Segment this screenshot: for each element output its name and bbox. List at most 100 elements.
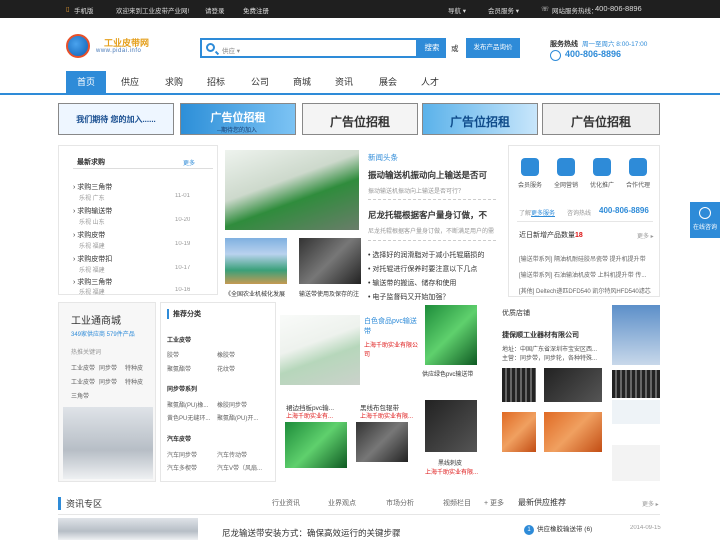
shop-name[interactable]: 捷保顺工业器材有限公司 (502, 330, 579, 340)
shop-product-image[interactable] (612, 370, 660, 398)
publish-inquiry-button[interactable]: 发布产品询价 (466, 38, 520, 58)
list-item[interactable]: › 求购皮带 (73, 230, 105, 240)
list-item[interactable]: › 求购三角带 (73, 277, 112, 287)
product-name[interactable]: 供应绿色pvc输送带 (422, 369, 473, 378)
product-company[interactable]: 上海千助实业有限... (425, 467, 485, 476)
ad-slot-2[interactable]: 广告位招租 --期待您的加入 (180, 103, 296, 135)
headline-2-summary: 尼龙托辊根据客户量身订做，不断满足用户的需 (368, 229, 495, 235)
nav-news[interactable]: 资讯 (324, 71, 364, 93)
shop-product-image[interactable] (544, 368, 602, 402)
recommend-title: 最新供应推荐 (518, 498, 566, 507)
keyword[interactable]: 特种皮 (125, 363, 143, 372)
nav-mall[interactable]: 商城 (282, 71, 322, 93)
list-item[interactable]: › 求购皮带扣 (73, 254, 112, 264)
list-item[interactable]: [其他] Deltech递匹DFD540 凯尔特风HFD540滤芯 (519, 286, 655, 295)
keyword[interactable]: 同步带 (99, 377, 117, 386)
list-item[interactable]: [输送带系列] 隔油机耐硅胶吊瓷带 提升机提升带 (519, 254, 655, 263)
product-name[interactable]: 白色食品pvc输送带 (364, 316, 420, 336)
nav-expo[interactable]: 展会 (368, 71, 408, 93)
ad-join[interactable]: 我们期待 您的加入...... (58, 103, 174, 135)
headlines-title: 新闻头条 (368, 153, 398, 162)
headline-2[interactable]: 尼龙托辊根据客户量身订做，不 (368, 209, 496, 221)
mobile-icon[interactable]: ▯ (66, 5, 70, 13)
nav-company[interactable]: 公司 (240, 71, 280, 93)
keyword[interactable]: 三角带 (71, 391, 89, 400)
shop-product-image[interactable] (502, 412, 536, 452)
news-more-link[interactable]: + 更多 (484, 498, 504, 508)
keyword[interactable]: 同步带 (99, 363, 117, 372)
product-image[interactable] (425, 400, 477, 452)
list-item[interactable]: › 求购输送带 (73, 206, 112, 216)
keyword[interactable]: 工业皮带 (71, 363, 95, 372)
product-image[interactable] (425, 305, 477, 365)
ad-slot-3[interactable]: 广告位招租 (302, 103, 418, 135)
service-agent[interactable]: 合作代理 (625, 158, 651, 189)
news-zone-title: 资讯专区 (58, 497, 102, 510)
tab-market-analysis[interactable]: 市场分析 (386, 498, 414, 508)
nav-home[interactable]: 首页 (66, 71, 106, 93)
feature-thumb-1[interactable] (225, 238, 287, 284)
product-name[interactable]: 黑线刺皮 (438, 458, 462, 467)
tab-industry-news[interactable]: 行业资讯 (272, 498, 300, 508)
mall-machine-image[interactable] (63, 407, 153, 479)
ad-slot-5[interactable]: 广告位招租 (542, 103, 660, 135)
shop-business: 主营：同步带，同步轮，各种特殊... (502, 356, 598, 362)
feature-thumb-2[interactable] (299, 238, 361, 284)
search-button[interactable]: 搜索 (418, 38, 446, 58)
shop-product-image[interactable] (502, 368, 536, 402)
search-input[interactable]: 供应 ▾ (200, 38, 418, 58)
search-category[interactable]: 供应 ▾ (222, 45, 240, 55)
list-item[interactable]: › 求购三角带 (73, 182, 112, 192)
keyword[interactable]: 特种皮 (125, 377, 143, 386)
news-image[interactable] (58, 518, 198, 540)
ad-slot-4[interactable]: 广告位招租 (422, 103, 538, 135)
logo-url: www.pidai.info (96, 48, 142, 54)
service-seo[interactable]: 优化推广 (589, 158, 615, 189)
feature-caption-2[interactable]: 输送带使用及保存的注 (299, 289, 363, 298)
tab-video[interactable]: 视频栏目 (443, 498, 471, 508)
product-image[interactable] (356, 422, 408, 462)
service-member[interactable]: 会员服务 (517, 158, 543, 189)
hotline-label: 网站服务热线： (552, 8, 598, 15)
product-company[interactable]: 上海千助实业有限公司 (364, 340, 420, 358)
member-menu[interactable]: 会员服务 ▾ (488, 5, 519, 15)
site-logo[interactable]: 工业皮带网 www.pidai.info (66, 32, 156, 60)
shop-product-image[interactable] (612, 400, 660, 424)
list-item[interactable]: • 选择好的润滑脂对于减小托辊磨损的 (368, 250, 484, 260)
list-item[interactable]: 1 供应橡胶输送带 (6) (524, 523, 592, 535)
online-chat-button[interactable]: 在线咨询 (690, 202, 720, 238)
nav-talent[interactable]: 人才 (410, 71, 450, 93)
login-link[interactable]: 请登录 (205, 5, 225, 15)
shop-product-image[interactable] (544, 412, 602, 452)
register-link[interactable]: 免费注册 (243, 5, 269, 15)
product-company[interactable]: 上海千助实业有限... (360, 411, 420, 420)
latest-purchase-more[interactable]: 更多 (183, 158, 195, 167)
keyword[interactable]: 工业皮带 (71, 377, 95, 386)
list-item[interactable]: • 输送带的搬运、储存和使用 (368, 278, 456, 288)
agent-icon (629, 158, 647, 176)
new-products-more[interactable]: 更多 ▸ (637, 231, 654, 240)
product-card[interactable]: 白色食品pvc输送带 (280, 315, 360, 385)
nav-purchase[interactable]: 求购 (154, 71, 194, 93)
shop-image[interactable] (612, 305, 660, 365)
news-article-title[interactable]: 尼龙输送带安装方式：确保高效运行的关键步骤 (222, 527, 401, 539)
headline-1[interactable]: 振动输送机振动向上输送是否可 (368, 169, 496, 181)
nav-supply[interactable]: 供应 (110, 71, 150, 93)
more-services-link[interactable]: 更多服务 (531, 211, 555, 217)
feature-caption-1[interactable]: 《全国农业机械化发展 (225, 289, 289, 298)
service-hotline: 服务热线 周一至周六 8:00-17:00 400-806-8896 (550, 38, 670, 61)
nav-menu[interactable]: 导航 ▾ (448, 5, 466, 15)
list-item[interactable]: • 对托辊进行保养时要注意以下几点 (368, 264, 477, 274)
mall-title[interactable]: 工业通商城 (71, 312, 121, 327)
list-item[interactable]: • 电子监督码又开始加强？ (368, 292, 449, 302)
feature-image-conveyor[interactable] (225, 150, 359, 230)
nav-tender[interactable]: 招标 (196, 71, 236, 93)
tab-opinions[interactable]: 业界观点 (328, 498, 356, 508)
product-image[interactable] (285, 422, 347, 468)
product-company[interactable]: 上海千助实业有... (286, 411, 350, 420)
service-marketing[interactable]: 全网营销 (553, 158, 579, 189)
recommend-more[interactable]: 更多 ▸ (642, 499, 659, 508)
mobile-link[interactable]: 手机版 (74, 5, 94, 15)
list-item[interactable]: [输送带系列] 石油输油机皮带 上料机提升带 传... (519, 270, 655, 279)
shop-product-image[interactable] (612, 445, 660, 481)
